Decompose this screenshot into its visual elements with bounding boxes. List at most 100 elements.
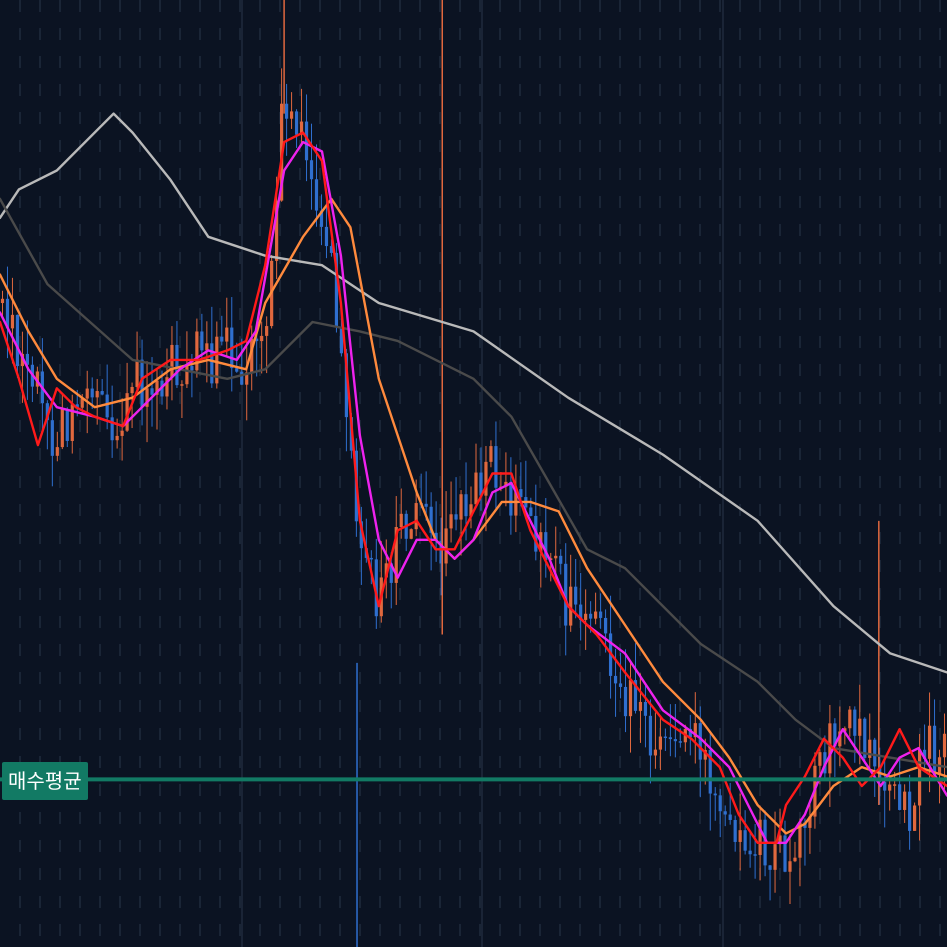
candle-body xyxy=(574,586,578,605)
candle-body xyxy=(873,739,877,767)
candle-body xyxy=(668,737,672,740)
candle-body xyxy=(509,481,513,516)
candle-body xyxy=(309,160,314,180)
candle-body xyxy=(494,446,498,488)
candle-body xyxy=(414,503,418,530)
candle-body xyxy=(85,388,89,399)
candle-body xyxy=(723,811,727,815)
candle-body xyxy=(284,103,289,119)
candle-body xyxy=(663,736,667,739)
candle-body xyxy=(788,861,792,872)
candle-body xyxy=(489,446,493,462)
chart-stage: 매수평균 xyxy=(0,0,947,947)
candle-body xyxy=(648,715,653,756)
candle-body xyxy=(942,733,947,758)
candle-body xyxy=(175,344,179,386)
moving-averages xyxy=(0,112,947,844)
candle-body xyxy=(459,494,463,520)
candle-body xyxy=(369,557,373,560)
candle-body xyxy=(110,417,114,441)
candle-body xyxy=(95,391,99,398)
candle-body xyxy=(613,675,618,684)
candle-body xyxy=(150,388,154,395)
candle-body xyxy=(185,366,189,385)
moving-average-line xyxy=(0,197,947,769)
candle-body xyxy=(314,179,319,211)
candle-body xyxy=(932,725,937,775)
candle-body xyxy=(653,749,658,756)
candle-body xyxy=(698,723,702,760)
candle-body xyxy=(409,529,413,539)
candle-body xyxy=(623,686,628,717)
candle-body xyxy=(927,725,932,759)
candle-body xyxy=(210,343,214,384)
candle-body xyxy=(858,718,862,736)
candle-body xyxy=(265,326,269,336)
candle-body xyxy=(454,514,458,520)
candle-body xyxy=(10,314,15,329)
candle-body xyxy=(713,793,717,796)
candle-body xyxy=(529,507,533,516)
candle-body xyxy=(908,791,912,831)
candle-body xyxy=(130,386,134,394)
average-buy-price-label: 매수평균 xyxy=(2,762,88,800)
candle-body xyxy=(893,784,897,786)
moving-average-line xyxy=(0,140,947,844)
candlestick-chart xyxy=(0,0,947,947)
candle-body xyxy=(15,314,20,367)
candle-body xyxy=(55,447,59,456)
candle-body xyxy=(294,111,299,135)
candle-body xyxy=(773,844,777,870)
candle-body xyxy=(474,472,478,505)
candle-body xyxy=(768,865,772,870)
candle-body xyxy=(399,513,403,528)
candle-body xyxy=(260,335,264,342)
candle-body xyxy=(658,736,663,750)
candle-body xyxy=(180,384,184,386)
candle-body xyxy=(135,359,139,387)
moving-average-line xyxy=(0,197,947,835)
candle-body xyxy=(235,368,239,372)
candle-body xyxy=(743,830,747,851)
candle-body xyxy=(105,394,109,418)
candle-body xyxy=(584,613,588,620)
candle-body xyxy=(848,709,852,729)
candle-body xyxy=(120,430,124,436)
candle-body xyxy=(888,784,892,791)
candle-body xyxy=(50,420,54,456)
candle-body xyxy=(115,435,119,441)
candle-body xyxy=(598,611,603,618)
candle-body xyxy=(65,409,69,441)
candle-body xyxy=(60,409,64,448)
candle-body xyxy=(554,555,558,559)
candle-body xyxy=(628,680,633,717)
candle-body xyxy=(828,723,832,774)
candle-body xyxy=(818,752,822,766)
candle-body xyxy=(444,528,448,564)
candle-body xyxy=(449,514,453,529)
candle-body xyxy=(220,336,224,342)
candle-body xyxy=(643,701,648,716)
candle-body xyxy=(603,617,608,634)
candle-body xyxy=(200,331,204,351)
candle-body xyxy=(898,784,902,810)
candle-body xyxy=(728,814,732,820)
candle-body xyxy=(424,503,428,507)
candle-body xyxy=(793,857,797,862)
candles xyxy=(0,0,947,947)
candle-body xyxy=(100,391,104,395)
candle-body xyxy=(913,805,917,831)
candle-body xyxy=(225,327,229,342)
candle-body xyxy=(594,611,598,619)
candle-body xyxy=(748,850,752,855)
candle-body xyxy=(673,739,677,742)
candle-body xyxy=(589,613,593,619)
moving-average-line xyxy=(0,131,947,844)
candle-body xyxy=(464,494,468,517)
candle-body xyxy=(638,701,643,711)
candle-body xyxy=(0,298,5,304)
candle-body xyxy=(733,819,737,842)
candle-body xyxy=(718,795,722,812)
candle-body xyxy=(853,709,857,736)
candle-body xyxy=(753,854,757,856)
